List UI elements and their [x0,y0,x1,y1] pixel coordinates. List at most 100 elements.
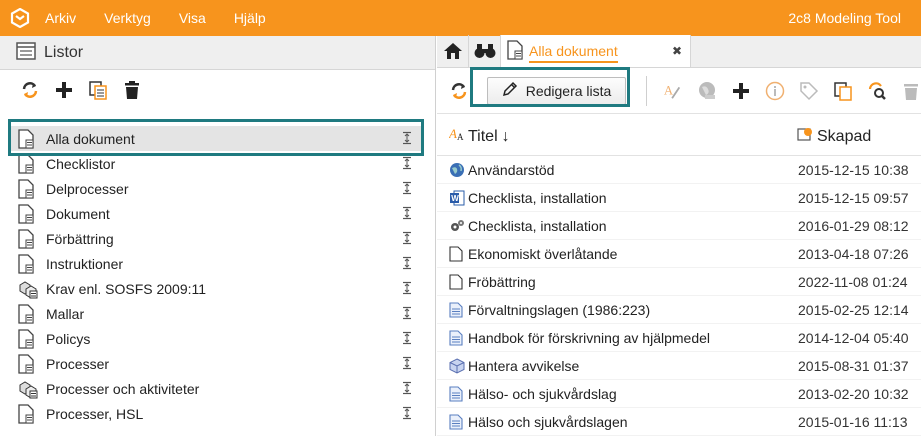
svg-text:W: W [451,194,459,203]
drag-handle-icon[interactable] [402,181,412,195]
font-style-icon[interactable]: A [663,81,683,101]
tag-icon[interactable] [799,81,819,101]
column-created-label: Skapad [817,127,872,145]
list-item[interactable]: Processer [10,351,422,376]
copy-list-icon[interactable] [88,80,108,100]
document-created-date: 2015-08-31 01:37 [798,358,909,374]
svg-text:A: A [457,132,464,142]
list-item-label: Processer, HSL [46,405,144,422]
text-doc-icon [449,302,465,318]
list-item[interactable]: Förbättring [10,226,422,251]
menu-hjalp[interactable]: Hjälp [234,10,266,26]
gears-icon [449,218,465,234]
document-list-icon [18,303,38,324]
refresh-icon[interactable] [449,81,469,101]
list-item-label: Instruktioner [46,255,124,272]
document-row[interactable]: Hälso och sjukvårdslagen 2015-01-16 11:13 [437,408,921,436]
text-doc-icon [449,386,465,402]
list-item[interactable]: Mallar [10,301,422,326]
list-item[interactable]: Delprocesser [10,176,422,201]
document-row[interactable]: Checklista, installation 2016-01-29 08:12 [437,212,921,240]
document-list-icon [18,253,38,274]
document-created-date: 2014-12-04 05:40 [798,330,909,346]
drag-handle-icon[interactable] [402,356,412,370]
drag-handle-icon[interactable] [402,206,412,220]
list-item-label: Policys [46,330,91,347]
lists-panel-title: Listor [44,43,84,61]
toolbar-separator [646,75,647,106]
document-row[interactable]: Ekonomiskt överlåtande 2013-04-18 07:26 [437,240,921,268]
lists-tree: Alla dokument Checklistor Delprocesser Doku… [10,126,422,426]
drag-handle-icon[interactable] [402,381,412,395]
info-icon[interactable] [765,81,785,101]
list-item[interactable]: Krav enl. SOSFS 2009:11 [10,276,422,301]
document-row[interactable]: Användarstöd 2015-12-15 10:38 [437,156,921,184]
document-panel: Alla dokument ✖ Redigera lista A A A Tit… [437,35,921,436]
list-item[interactable]: Instruktioner [10,251,422,276]
document-title: Ekonomiskt överlåtande [468,246,618,262]
tab-label: Alla dokument [529,43,618,63]
cubes-list-icon [18,379,38,399]
copy-document-icon[interactable] [833,81,853,101]
app-title: 2c8 Modeling Tool [788,10,901,26]
menu-verktyg[interactable]: Verktyg [104,10,151,26]
drag-handle-icon[interactable] [402,406,412,420]
column-created[interactable]: Skapad [797,126,871,147]
trash-icon[interactable] [901,81,921,101]
drag-handle-icon[interactable] [402,231,412,245]
list-item-label: Delprocesser [46,180,129,197]
tab-alla-dokument[interactable]: Alla dokument ✖ [501,35,691,67]
drag-handle-icon[interactable] [402,306,412,320]
add-icon[interactable] [731,81,751,101]
drag-handle-icon[interactable] [402,156,412,170]
svg-text:A: A [449,126,457,141]
sync-search-icon[interactable] [867,81,887,101]
document-created-date: 2016-01-29 08:12 [798,218,909,234]
document-row[interactable]: W Checklista, installation 2015-12-15 09:5… [437,184,921,212]
edit-list-button[interactable]: Redigera lista [487,76,627,105]
font-sort-icon: A A [448,126,465,147]
document-row[interactable]: Fröbättring 2022-11-08 01:24 [437,268,921,296]
list-item[interactable]: Dokument [10,201,422,226]
document-created-date: 2022-11-08 01:24 [798,274,908,290]
menu-arkiv[interactable]: Arkiv [45,10,76,26]
list-item[interactable]: Processer, HSL [10,401,422,426]
add-icon[interactable] [54,80,74,100]
document-row[interactable]: Förvaltningslagen (1986:223) 2015-02-25 1… [437,296,921,324]
home-icon[interactable] [437,35,469,67]
blank-doc-icon [449,274,465,290]
text-doc-icon [449,330,465,346]
svg-text:A: A [664,83,674,97]
trash-icon[interactable] [122,80,142,100]
list-item[interactable]: Processer och aktiviteter [10,376,422,401]
binoculars-icon[interactable] [469,35,501,67]
refresh-icon[interactable] [20,80,40,100]
document-title: Handbok för förskrivning av hjälpmedel [468,330,711,346]
drag-handle-icon[interactable] [402,281,412,295]
document-row[interactable]: Hantera avvikelse 2015-08-31 01:37 [437,352,921,380]
document-title: Användarstöd [468,162,555,178]
app-logo-icon [9,7,31,29]
drag-handle-icon[interactable] [402,256,412,270]
globe-add-icon[interactable] [697,81,717,101]
document-row[interactable]: Hälso- och sjukvårdslag 2013-02-20 10:32 [437,380,921,408]
cube-icon [449,358,465,374]
list-item[interactable]: Policys [10,326,422,351]
document-created-date: 2013-02-20 10:32 [798,386,909,402]
column-title[interactable]: A A Titel ↓ [448,126,510,147]
list-panel-icon [16,42,36,63]
document-created-date: 2015-02-25 12:14 [798,302,909,318]
menu-visa[interactable]: Visa [179,10,206,26]
document-row[interactable]: Handbok för förskrivning av hjälpmedel 20… [437,324,921,352]
document-list-icon [18,153,38,174]
drag-handle-icon[interactable] [402,331,412,345]
document-created-date: 2015-12-15 10:38 [798,162,909,178]
menubar: Arkiv Verktyg Visa Hjälp 2c8 Modeling To… [0,0,921,36]
document-list-icon [18,178,38,199]
selected-list-highlight [8,119,424,156]
document-title: Checklista, installation [468,190,607,206]
document-list: Användarstöd 2015-12-15 10:38 W Checklista,… [437,156,921,436]
close-icon[interactable]: ✖ [672,44,682,58]
blank-doc-icon [449,246,465,262]
document-list-icon [18,353,38,374]
